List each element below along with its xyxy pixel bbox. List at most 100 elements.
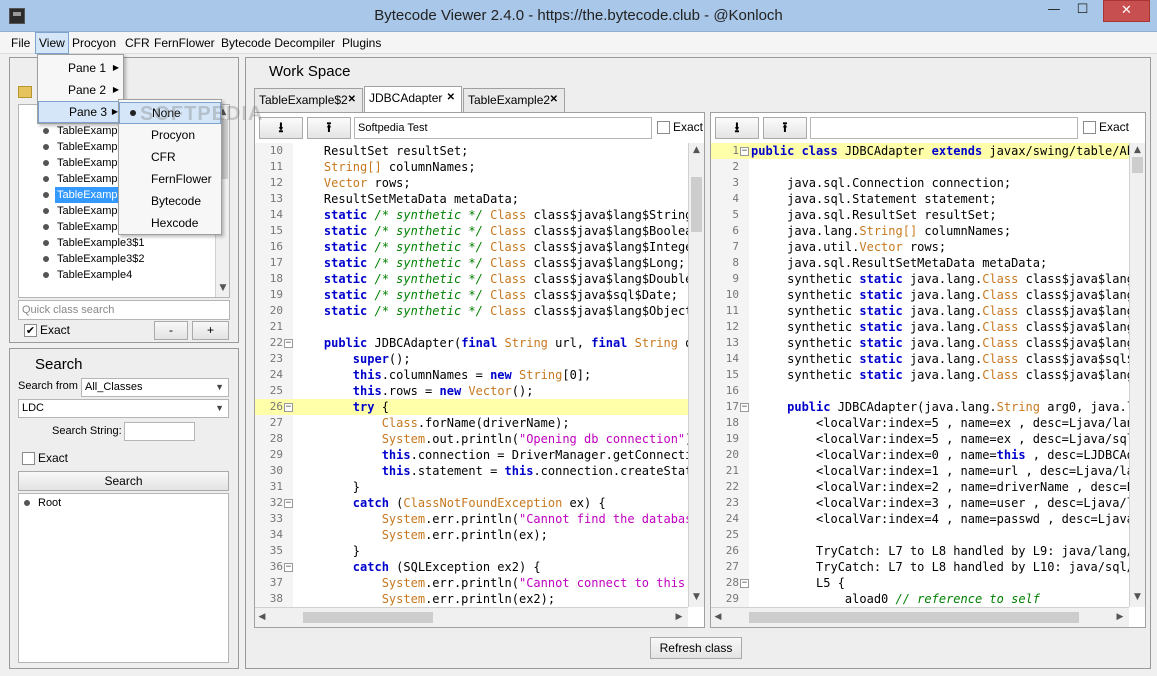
close-button[interactable]: ✕ (1103, 0, 1150, 22)
code-line: 19 static /* synthetic */ Class class$ja… (255, 287, 688, 303)
code-area-2[interactable]: 1− public class JDBCAdapter extends javax… (711, 143, 1129, 607)
pane-1-search-input[interactable]: Softpedia Test (354, 117, 652, 139)
pane-1-scroll-thumb[interactable] (691, 177, 702, 232)
search-mode-select[interactable]: LDC ▼ (18, 399, 229, 418)
close-icon[interactable]: ✕ (447, 87, 455, 109)
close-icon[interactable]: ✕ (348, 89, 356, 111)
search-from-select[interactable]: All_Classes ▼ (81, 378, 229, 397)
scroll-down-icon[interactable]: ▼ (216, 283, 229, 293)
line-number: 13 (269, 192, 283, 205)
menu-item-bytecode[interactable]: Bytecode (119, 190, 221, 212)
maximize-button[interactable]: ☐ (1069, 0, 1096, 22)
search-exact-checkbox[interactable] (22, 452, 35, 465)
code-line: 8 java.sql.ResultSetMetaData metaData; (711, 255, 1129, 271)
line-number: 25 (725, 528, 739, 541)
fold-icon[interactable]: − (740, 579, 749, 588)
code-text: System.err.println(ex); (381, 528, 548, 542)
menu-view[interactable]: View (35, 32, 69, 54)
menu-fernflower[interactable]: FernFlower (151, 32, 218, 54)
upload-icon[interactable]: ⭱ (307, 117, 351, 139)
menu-item-procyon[interactable]: Procyon (119, 124, 221, 146)
pane-2-hscroll[interactable]: ◀ ▶ (711, 607, 1129, 627)
line-number: 23 (269, 352, 283, 365)
download-icon[interactable]: ⭳ (715, 117, 759, 139)
code-text: <localVar:index=5 , name=ex , desc=Ljava… (816, 432, 1129, 446)
tree-item[interactable]: TableExample3$1 (19, 235, 214, 251)
quick-class-search-input[interactable]: Quick class search (18, 300, 230, 320)
menu-procyon[interactable]: Procyon (69, 32, 119, 54)
pane-1-hscroll-thumb[interactable] (303, 612, 433, 623)
fold-icon[interactable]: − (284, 563, 293, 572)
fold-icon[interactable]: − (740, 403, 749, 412)
pane-2-scroll-thumb[interactable] (1132, 157, 1143, 173)
scroll-up-icon[interactable]: ▲ (689, 145, 704, 155)
pane-1-exact-checkbox[interactable] (657, 121, 670, 134)
menu-bytecode-decompiler[interactable]: Bytecode Decompiler (218, 32, 338, 54)
tab-tableexample2[interactable]: TableExample2 ✕ (463, 88, 565, 112)
upload-icon[interactable]: ⭱ (763, 117, 807, 139)
tree-item[interactable]: TableExample3$2 (19, 251, 214, 267)
search-string-input[interactable] (124, 422, 195, 441)
window-title: Bytecode Viewer 2.4.0 - https://the.byte… (374, 7, 783, 24)
line-number: 29 (269, 448, 283, 461)
code-area-1[interactable]: 10 ResultSet resultSet; 11 String[] colum… (255, 143, 688, 607)
pane-1-hscroll[interactable]: ◀ ▶ (255, 607, 688, 627)
fold-icon[interactable]: − (284, 403, 293, 412)
code-line: 35 } (255, 543, 688, 559)
menu-bar: File View Procyon CFR FernFlower Bytecod… (0, 32, 1157, 54)
code-line: 29 aload0 // reference to self (711, 591, 1129, 607)
scroll-right-icon[interactable]: ▶ (674, 612, 684, 622)
menu-item-pane-2[interactable]: Pane 2 ▶ (38, 79, 123, 101)
minimize-button[interactable]: — (1040, 0, 1068, 22)
pane-2-hscroll-thumb[interactable] (749, 612, 1079, 623)
line-number: 15 (725, 368, 739, 381)
menu-item-fernflower[interactable]: FernFlower (119, 168, 221, 190)
search-from-value: All_Classes (85, 381, 143, 393)
pane-2-vscroll[interactable]: ▲ ▼ (1129, 143, 1145, 607)
collapse-button[interactable]: - (154, 321, 188, 340)
fold-icon[interactable]: − (284, 339, 293, 348)
tree-item[interactable]: TableExample4 (19, 267, 214, 283)
expand-button[interactable]: + (192, 321, 229, 340)
line-number: 33 (269, 512, 283, 525)
scroll-down-icon[interactable]: ▼ (1130, 592, 1145, 602)
search-results[interactable]: Root (18, 493, 229, 663)
code-text: catch (ClassNotFoundException ex) { (352, 496, 606, 510)
code-line: 1− public class JDBCAdapter extends javax… (711, 143, 1129, 159)
search-button[interactable]: Search (18, 471, 229, 491)
code-line: 10 synthetic static java.lang.Class clas… (711, 287, 1129, 303)
menu-item-pane-1[interactable]: Pane 1 ▶ (38, 57, 123, 79)
download-icon[interactable]: ⭳ (259, 117, 303, 139)
menu-plugins[interactable]: Plugins (339, 32, 384, 54)
scroll-left-icon[interactable]: ◀ (257, 612, 267, 622)
scroll-left-icon[interactable]: ◀ (713, 612, 723, 622)
scroll-up-icon[interactable]: ▲ (1130, 145, 1145, 155)
code-line: 38 System.err.println(ex2); (255, 591, 688, 607)
line-number: 29 (725, 592, 739, 605)
code-line: 18 <localVar:index=5 , name=ex , desc=Lj… (711, 415, 1129, 431)
scroll-down-icon[interactable]: ▼ (689, 592, 704, 602)
pane-1-vscroll[interactable]: ▲ ▼ (688, 143, 704, 607)
menu-item-cfr[interactable]: CFR (119, 146, 221, 168)
fold-icon[interactable]: − (740, 147, 749, 156)
code-text: static /* synthetic */ Class class$java$… (323, 256, 686, 270)
list-item[interactable]: Root (19, 495, 219, 511)
tree-exact-checkbox[interactable]: ✔ (24, 324, 37, 337)
tab-tableexample-2[interactable]: TableExample$2 ✕ (254, 88, 363, 112)
menu-cfr[interactable]: CFR (122, 32, 153, 54)
menu-item-pane-3[interactable]: Pane 3 ▶ (38, 101, 123, 123)
fold-icon[interactable]: − (284, 499, 293, 508)
pane-2-exact-checkbox[interactable] (1083, 121, 1096, 134)
code-text: <localVar:index=4 , name=passwd , desc=L… (816, 512, 1129, 526)
tab-jdbcadapter[interactable]: JDBCAdapter ✕ (364, 86, 462, 112)
pane-2-search-input[interactable] (810, 117, 1078, 139)
menu-item-hexcode[interactable]: Hexcode (119, 212, 221, 234)
close-icon[interactable]: ✕ (550, 89, 558, 111)
workspace-title: Work Space (269, 63, 351, 80)
scroll-right-icon[interactable]: ▶ (1115, 612, 1125, 622)
line-number: 24 (725, 512, 739, 525)
refresh-class-button[interactable]: Refresh class (650, 637, 742, 659)
code-line: 16 (711, 383, 1129, 399)
line-number: 19 (269, 288, 283, 301)
menu-file[interactable]: File (8, 32, 33, 54)
